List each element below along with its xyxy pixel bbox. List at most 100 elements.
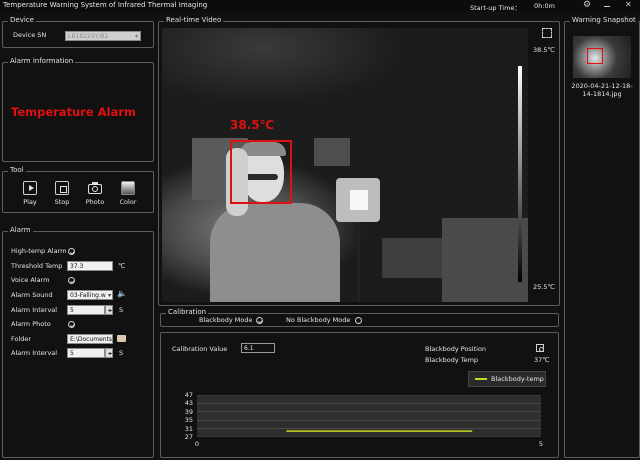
video-cabinet-shape-2 [382,238,442,278]
tool-group-title: Tool [8,166,26,174]
calibration-value-label: Calibration Value [172,345,228,353]
title-bar: Temperature Warning System of Infrared T… [0,0,640,12]
chevron-down-icon: ▾ [134,33,138,40]
photo-label: Photo [85,198,105,206]
calibration-title: Calibration [166,308,209,316]
device-sn-value: LB1822SY/B2 [68,33,109,40]
speaker-icon[interactable]: 🔈 [117,289,127,298]
alarm-sound-select[interactable]: 03-Falling.w ▾ [67,290,113,300]
y-tick-label: 43 [184,399,193,408]
play-icon [23,181,37,195]
no-blackbody-mode-label: No Blackbody Mode [286,316,351,324]
device-sn-label: Device SN [13,31,47,39]
thermal-video-feed[interactable]: 38.5℃ [162,28,528,302]
no-blackbody-mode-radio[interactable] [355,317,362,324]
blackbody-position-label: Blackbody Position [425,345,487,353]
alarm-interval-unit: S [119,306,124,314]
y-tick-label: 27 [184,433,193,441]
device-group-title: Device [8,16,36,24]
alarm-group: Alarm High-temp Alarm Threshold Temp 37.… [2,226,154,458]
warning-snapshot-group: Warning Snapshot 2020-04-21-12-18-14-181… [564,16,640,458]
folder-path-input[interactable]: E:\Documents [67,334,113,344]
alarm-interval-input[interactable]: 5 [67,305,105,315]
photo-interval-input[interactable]: 5 [67,348,105,358]
stop-button[interactable]: Stop [49,181,75,206]
temperature-scale-bar [518,66,522,282]
startup-value: 0h:0m [534,2,555,10]
chevron-down-icon: ▾ [107,292,111,299]
folder-label: Folder [11,335,32,343]
video-blackbody-source [350,190,368,210]
threshold-temp-label: Threshold Temp [11,262,63,270]
snapshot-caption: 2020-04-21-12-18-14-1814.jpg [571,82,633,98]
photo-interval-stepper[interactable] [105,348,113,358]
stop-label: Stop [54,198,70,206]
settings-icon[interactable]: ⚙ [583,0,591,10]
threshold-unit: ℃ [118,262,126,270]
photo-interval-label: Alarm Interval [11,349,58,357]
high-temp-alarm-label: High-temp Alarm [11,247,67,255]
video-tripod [357,222,360,302]
detection-box [230,140,292,204]
chart-plot-svg [197,395,541,437]
voice-alarm-checkbox[interactable] [68,277,75,284]
alarm-information-group: Alarm information Temperature Alarm [2,57,154,162]
fullscreen-icon[interactable] [542,28,552,38]
snapshot-detection-box [587,48,603,64]
legend-swatch [475,378,487,380]
y-tick-label: 35 [184,416,193,425]
color-label: Color [119,198,137,206]
video-person-body [210,203,340,302]
snapshot-thumbnail[interactable] [573,36,631,78]
alarm-interval-stepper[interactable] [105,305,113,315]
play-button[interactable]: Play [17,181,43,206]
y-tick-label: 47 [184,391,193,399]
alarm-photo-label: Alarm Photo [11,320,51,328]
calibration-value-input[interactable]: 6.1 [241,343,275,353]
temperature-alarm-message: Temperature Alarm [11,105,136,119]
color-button[interactable]: Color [115,181,141,206]
y-tick-label: 31 [184,424,193,433]
alarm-interval-label: Alarm Interval [11,306,58,314]
scale-min-label: 25.5℃ [533,283,555,291]
alarm-information-title: Alarm information [8,57,76,65]
blackbody-temp-value: 37℃ [534,356,550,364]
blackbody-temp-chart [197,395,541,437]
threshold-temp-input[interactable]: 37.3 [67,261,113,271]
device-group: Device Device SN LB1822SY/B2 ▾ [2,16,154,48]
startup-label: Start-up Time： [470,4,521,12]
color-gradient-icon [121,181,135,195]
high-temp-alarm-checkbox[interactable] [68,248,75,255]
alarm-sound-value: 03-Falling.w [70,292,106,299]
video-cabinet-shape [442,218,528,302]
x-tick-label: 5 [538,440,544,448]
photo-interval-unit: S [119,349,124,357]
minimize-icon[interactable] [604,6,610,7]
close-icon[interactable]: ✕ [625,0,632,9]
calibration-group: Calibration Blackbody Mode No Blackbody … [160,308,559,327]
detection-temperature: 38.5℃ [230,118,275,132]
device-sn-select[interactable]: LB1822SY/B2 ▾ [65,31,141,41]
window-title: Temperature Warning System of Infrared T… [3,1,208,9]
play-label: Play [23,198,37,206]
alarm-group-title: Alarm [8,226,33,234]
alarm-photo-checkbox[interactable] [68,321,75,328]
video-monitor-shape-2 [314,138,350,166]
chart-legend: Blackbody-temp [468,371,546,387]
blackbody-mode-radio[interactable] [256,317,263,324]
voice-alarm-label: Voice Alarm [11,276,50,284]
calibration-panel: Calibration Value 6.1 Blackbody Position… [160,332,559,458]
stop-icon [55,181,69,195]
blackbody-temp-label: Blackbody Temp [425,356,479,364]
legend-label: Blackbody-temp [491,375,544,383]
realtime-video-title: Real-time Video [164,16,224,24]
folder-icon[interactable] [117,335,126,342]
scale-max-label: 38.5℃ [533,46,555,54]
blackbody-position-icon[interactable] [536,344,544,352]
photo-button[interactable]: Photo [82,181,108,206]
alarm-sound-label: Alarm Sound [11,291,53,299]
tool-group: Tool Play Stop Photo Color [2,166,154,213]
blackbody-mode-label: Blackbody Mode [199,316,253,324]
y-tick-label: 39 [184,407,193,416]
camera-icon [88,181,102,195]
